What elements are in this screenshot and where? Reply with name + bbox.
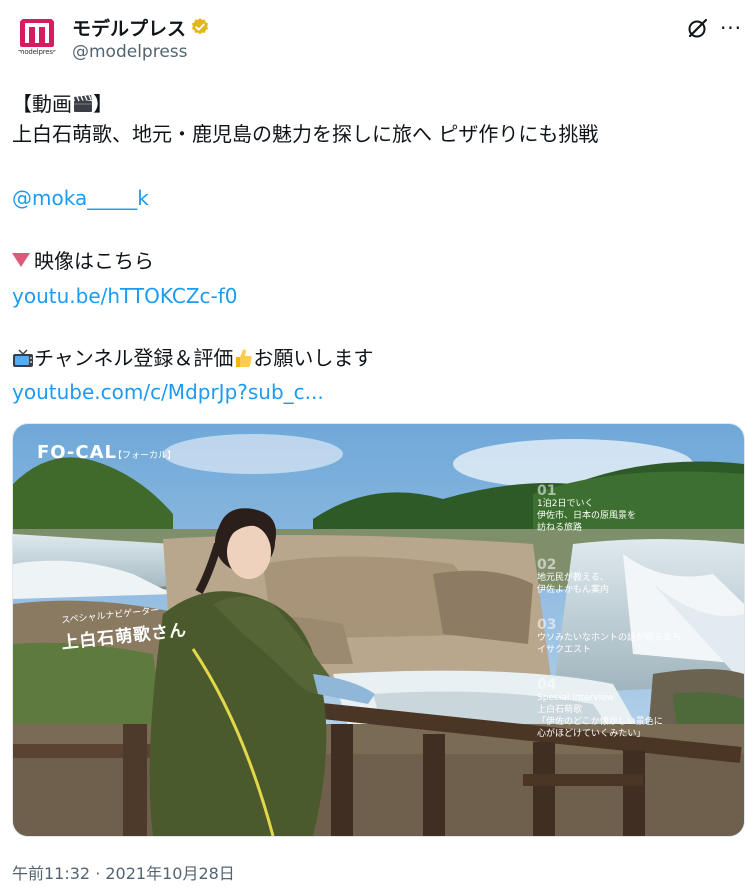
avatar-text: modelpress xyxy=(17,48,57,56)
media-item-1-line-3: 訪ねる旅路 xyxy=(537,523,583,533)
verified-badge-icon xyxy=(191,18,209,35)
modelpress-logo xyxy=(20,19,54,47)
media-item-2-line-1: 地元民が教える、 xyxy=(537,573,609,583)
tweet-header: modelpress モデルプレス @modelpress ··· xyxy=(0,0,749,80)
media-item-4-line-1: Special interview xyxy=(537,693,614,703)
media-item-4-line-3: 「伊佐のどこか懐かしい景色に xyxy=(537,717,663,727)
timestamp[interactable]: 午前11:32 · 2021年10月28日 xyxy=(12,860,235,884)
tweet-line-2: 上白石萌歌、地元・鹿児島の魅力を探しに旅へ ピザ作りにも挑戦 xyxy=(12,122,599,146)
channel-link[interactable]: youtube.com/c/MdprJp?sub_c... xyxy=(12,378,324,406)
tweet-line-1: 【動画 】 xyxy=(12,90,113,118)
video-link[interactable]: youtu.be/hTTOKCZc-f0 xyxy=(12,282,238,310)
media-item-4-line-4: 心がほどけていくみたい」 xyxy=(537,729,646,739)
media-item-1: 01 1泊2日でいく 伊佐市、日本の原風景を 訪ねる旅路 xyxy=(537,484,636,534)
channel-text-2: お願いします xyxy=(253,346,374,370)
media-item-1-line-1: 1泊2日でいく xyxy=(537,499,594,509)
mention-link[interactable]: @moka_____k xyxy=(12,184,149,212)
clapper-board-icon xyxy=(74,95,92,112)
channel-line: チャンネル登録＆評価 お願いします xyxy=(12,344,373,372)
media-title-sub: 【フォーカル】 xyxy=(113,451,177,461)
grok-icon[interactable] xyxy=(686,16,710,40)
handle[interactable]: @modelpress xyxy=(72,42,188,62)
avatar[interactable]: modelpress xyxy=(14,14,60,60)
tweet-line-1-text: 【動画 xyxy=(12,92,72,116)
media-title: FO-CAL xyxy=(37,442,118,463)
channel-text-1: チャンネル登録＆評価 xyxy=(34,346,234,370)
more-icon[interactable]: ··· xyxy=(718,16,744,40)
media-item-2-num: 02 xyxy=(537,557,557,573)
triangle-down-icon xyxy=(12,253,30,267)
media-item-1-line-2: 伊佐市、日本の原風景を xyxy=(537,511,637,521)
tweet-line-1-end: 】 xyxy=(93,92,113,116)
media-item-2: 02 地元民が教える、 伊佐よかもん案内 xyxy=(537,558,609,596)
media-item-3-num: 03 xyxy=(537,617,557,633)
tweet-media-image[interactable]: FO-CAL 【フォーカル】 スペシャルナビゲーター 上白石萌歌さん 01 1泊… xyxy=(12,423,745,837)
tv-icon xyxy=(13,349,33,367)
media-item-2-line-2: 伊佐よかもん案内 xyxy=(537,585,610,595)
video-label: 映像はこちら xyxy=(34,249,154,273)
media-item-4: 04 Special interview 上白石萌歌 「伊佐のどこか懐かしい景色… xyxy=(537,678,663,740)
media-item-3-line-2: イサクエスト xyxy=(537,645,592,655)
display-name[interactable]: モデルプレス xyxy=(72,14,186,41)
media-item-3-line-1: ウソみたいなホントの話が眠るまち xyxy=(537,633,682,643)
media-item-3: 03 ウソみたいなホントの話が眠るまち イサクエスト xyxy=(537,618,681,656)
video-label-line: 映像はこちら xyxy=(12,247,154,275)
media-item-4-line-2: 上白石萌歌 xyxy=(537,705,583,715)
thumbs-up-icon xyxy=(236,349,253,367)
media-item-1-num: 01 xyxy=(537,483,557,499)
media-item-4-num: 04 xyxy=(537,677,557,693)
